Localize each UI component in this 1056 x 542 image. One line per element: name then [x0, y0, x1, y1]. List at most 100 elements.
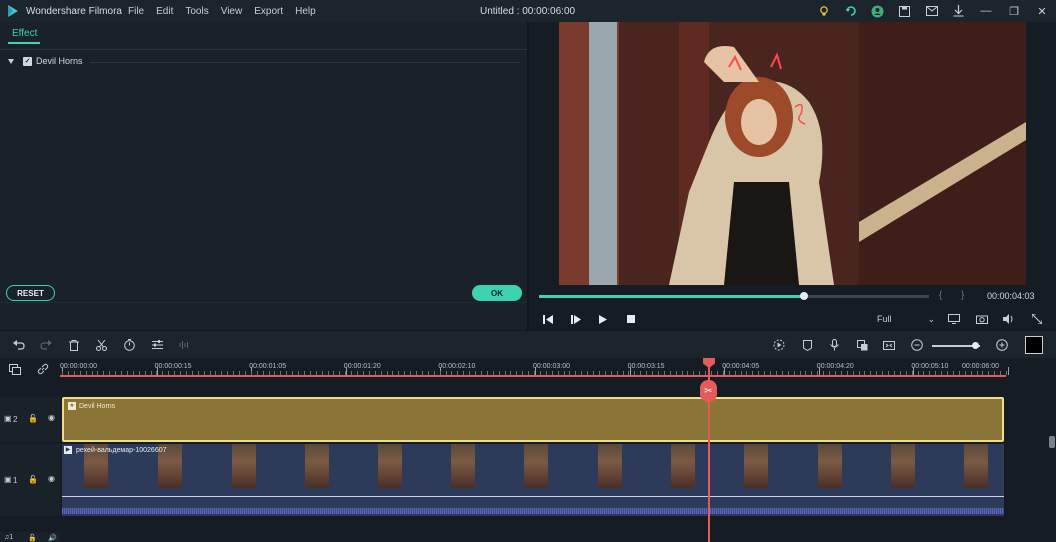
- bulb-icon[interactable]: [810, 0, 837, 22]
- menu-tools[interactable]: Tools: [185, 6, 208, 17]
- zoom-in-icon[interactable]: [995, 338, 1009, 352]
- ruler-minor-tick: [439, 371, 441, 375]
- reset-button[interactable]: RESET: [6, 285, 55, 301]
- eye-icon[interactable]: ◉: [48, 413, 55, 422]
- add-track-icon[interactable]: [8, 362, 22, 376]
- lock-icon[interactable]: 🔓: [28, 475, 38, 484]
- display-icon[interactable]: [947, 312, 961, 326]
- ruler-minor-tick: [699, 371, 701, 375]
- mail-icon[interactable]: [918, 0, 945, 22]
- tab-effect[interactable]: Effect: [12, 28, 37, 39]
- ruler-minor-tick: [616, 371, 618, 375]
- cut-icon[interactable]: [94, 338, 108, 352]
- filmora-logo-icon: [8, 5, 18, 17]
- undo-icon[interactable]: [12, 338, 26, 352]
- microphone-icon[interactable]: [827, 338, 841, 352]
- timeline-view-toggle[interactable]: [1025, 336, 1043, 354]
- stop-icon[interactable]: [624, 312, 638, 326]
- eye-icon[interactable]: ◉: [48, 474, 55, 483]
- video-thumbnail: [671, 444, 695, 488]
- scissors-icon[interactable]: ✂: [700, 380, 717, 402]
- ruler-minor-tick: [799, 371, 801, 375]
- ruler-minor-tick: [498, 371, 500, 375]
- preview-progress-bar[interactable]: [539, 292, 929, 300]
- ruler-minor-tick: [445, 371, 447, 375]
- menu-view[interactable]: View: [221, 6, 243, 17]
- voiceover-icon[interactable]: [855, 338, 869, 352]
- delete-icon[interactable]: [67, 338, 81, 352]
- render-icon[interactable]: [772, 338, 786, 352]
- close-icon[interactable]: ✕: [1028, 0, 1056, 22]
- preview-video[interactable]: [559, 22, 1026, 285]
- maximize-icon[interactable]: ❐: [1000, 0, 1028, 22]
- sync-icon[interactable]: [837, 0, 864, 22]
- time-ruler[interactable]: 00:00:00:00 00:00:00:15 00:00:01:05 00:00:0…: [60, 358, 1056, 380]
- ruler-label: 00:00:04:20: [816, 363, 854, 370]
- marker-icon[interactable]: [800, 338, 814, 352]
- quality-dropdown[interactable]: Full ⌄: [877, 312, 935, 326]
- play-icon[interactable]: [596, 312, 610, 326]
- menu-file[interactable]: File: [128, 6, 144, 17]
- ruler-label: 00:00:03:00: [533, 363, 570, 370]
- ruler-minor-tick: [905, 371, 907, 375]
- ruler-minor-tick: [852, 371, 854, 375]
- link-icon[interactable]: [36, 362, 50, 376]
- preview-panel: { } 00:00:04:03 Full ⌄: [529, 22, 1056, 330]
- ruler-minor-tick: [935, 371, 937, 375]
- volume-icon[interactable]: [1002, 312, 1016, 326]
- menu-edit[interactable]: Edit: [156, 6, 173, 17]
- ruler-minor-tick: [893, 371, 895, 375]
- lock-icon[interactable]: 🔓: [28, 534, 37, 542]
- effect-item[interactable]: ✓ Devil Horns: [8, 56, 83, 66]
- menu-export[interactable]: Export: [254, 6, 283, 17]
- audio-mixer-icon[interactable]: [177, 338, 191, 352]
- track-2-type-icon: ▣: [4, 414, 12, 423]
- ruler-minor-tick: [604, 371, 606, 375]
- menu-help[interactable]: Help: [295, 6, 316, 17]
- ruler-minor-tick: [421, 371, 423, 375]
- ruler-minor-tick: [846, 371, 848, 375]
- expand-caret-icon[interactable]: [8, 58, 14, 64]
- account-icon[interactable]: [864, 0, 891, 22]
- ruler-minor-tick: [1006, 371, 1007, 375]
- ok-button[interactable]: OK: [472, 285, 522, 301]
- zoom-out-icon[interactable]: [910, 338, 924, 352]
- ruler-minor-tick: [976, 371, 978, 375]
- play-pause-icon[interactable]: [569, 312, 583, 326]
- track-2-number: 2: [13, 415, 18, 424]
- ruler-minor-tick: [73, 371, 75, 375]
- progress-knob[interactable]: [800, 292, 809, 300]
- save-icon[interactable]: [891, 0, 918, 22]
- redo-icon[interactable]: [39, 338, 53, 352]
- effect-clip[interactable]: ★ Devil Horns: [62, 397, 1004, 442]
- adjust-icon[interactable]: [150, 338, 164, 352]
- download-icon[interactable]: [945, 0, 972, 22]
- speed-icon[interactable]: [122, 338, 136, 352]
- lock-icon[interactable]: 🔓: [28, 414, 38, 423]
- effect-item-label: Devil Horns: [36, 56, 83, 66]
- ruler-minor-tick: [705, 371, 707, 375]
- fullscreen-icon[interactable]: [1030, 312, 1044, 326]
- pip-icon[interactable]: [882, 338, 896, 352]
- snapshot-icon[interactable]: [975, 312, 989, 326]
- timeline-scrollbar[interactable]: [1049, 436, 1055, 448]
- mark-out-icon[interactable]: }: [961, 290, 964, 301]
- ruler-major-tick: [724, 367, 726, 375]
- minimize-icon[interactable]: —: [972, 0, 1000, 22]
- ruler-label: 00:00:03:15: [627, 363, 665, 370]
- ruler-minor-tick: [469, 371, 471, 375]
- video-clip[interactable]: ▶ рехей-вальдемар-10026607: [62, 444, 1004, 516]
- speaker-icon[interactable]: 🔊: [48, 534, 57, 542]
- effect-checkbox[interactable]: ✓: [23, 56, 32, 66]
- ruler-minor-tick: [551, 371, 553, 375]
- ruler-minor-tick: [298, 371, 299, 375]
- ruler-minor-tick: [286, 371, 288, 375]
- zoom-slider-knob[interactable]: [972, 342, 980, 349]
- ruler-minor-tick: [834, 371, 836, 375]
- ruler-minor-tick: [958, 371, 960, 375]
- ruler-minor-tick: [569, 371, 571, 375]
- mark-in-icon[interactable]: {: [939, 290, 942, 301]
- effect-tabbar: Effect: [0, 22, 527, 50]
- prev-frame-icon[interactable]: [541, 312, 555, 326]
- ruler-minor-tick: [480, 371, 482, 375]
